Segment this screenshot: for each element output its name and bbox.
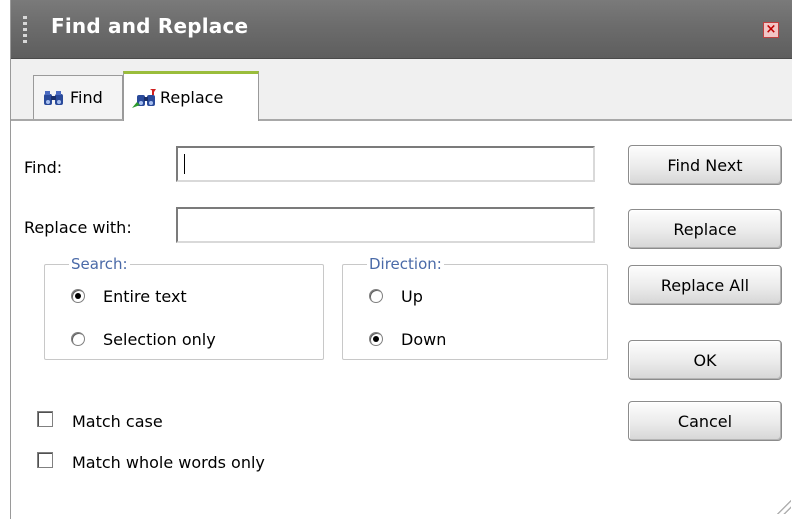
- direction-group: Direction: Up Down: [342, 255, 608, 360]
- replace-button[interactable]: Replace: [628, 209, 782, 249]
- resize-grip-icon[interactable]: [773, 496, 791, 514]
- match-whole-words-checkbox[interactable]: [37, 452, 53, 468]
- match-case-label[interactable]: Match case: [72, 412, 163, 431]
- replace-field[interactable]: [176, 207, 595, 243]
- window-title: Find and Replace: [51, 14, 249, 38]
- radio-up-label[interactable]: Up: [401, 287, 423, 306]
- radio-selection-only-label[interactable]: Selection only: [103, 330, 216, 349]
- ok-button[interactable]: OK: [628, 340, 782, 380]
- tab-find-label: Find: [70, 88, 103, 107]
- find-next-button[interactable]: Find Next: [628, 145, 782, 185]
- direction-legend: Direction:: [367, 255, 444, 273]
- tab-replace-label: Replace: [160, 88, 224, 107]
- binoculars-icon: [42, 88, 66, 108]
- radio-up[interactable]: [369, 289, 383, 303]
- match-case-checkbox[interactable]: [37, 411, 53, 427]
- replace-input[interactable]: [178, 209, 593, 241]
- find-input[interactable]: [178, 148, 593, 180]
- find-label: Find:: [24, 158, 63, 177]
- replace-with-label: Replace with:: [24, 218, 132, 237]
- radio-down-label[interactable]: Down: [401, 330, 446, 349]
- radio-entire-text-label[interactable]: Entire text: [103, 287, 187, 306]
- replace-all-button[interactable]: Replace All: [628, 265, 782, 305]
- radio-entire-text[interactable]: [71, 289, 85, 303]
- text-cursor: [184, 154, 185, 174]
- title-bar[interactable]: Find and Replace ×: [11, 0, 792, 59]
- close-icon[interactable]: ×: [763, 22, 779, 38]
- find-replace-dialog: Find and Replace × Find Replace Find: Re…: [10, 0, 792, 519]
- search-legend: Search:: [69, 255, 130, 273]
- tab-replace[interactable]: Replace: [123, 71, 259, 121]
- tab-find[interactable]: Find: [33, 75, 123, 119]
- drag-grip-icon[interactable]: [23, 16, 27, 44]
- find-field[interactable]: [176, 146, 595, 182]
- binoculars-replace-icon: [132, 88, 156, 108]
- radio-selection-only[interactable]: [71, 332, 85, 346]
- radio-down[interactable]: [369, 332, 383, 346]
- search-group: Search: Entire text Selection only: [44, 255, 324, 360]
- match-whole-words-label[interactable]: Match whole words only: [72, 453, 265, 472]
- cancel-button[interactable]: Cancel: [628, 401, 782, 441]
